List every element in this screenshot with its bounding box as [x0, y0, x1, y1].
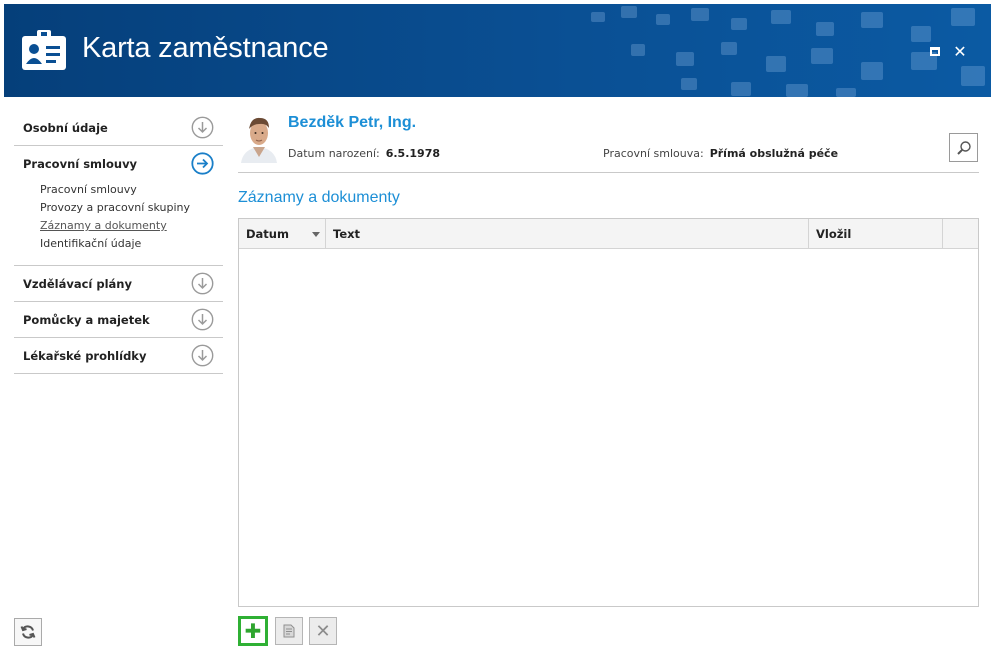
sidebar-item-pomucky-a-majetek[interactable]: Pomůcky a majetek [14, 302, 223, 337]
sidebar-item-label: Osobní údaje [23, 120, 108, 135]
contract-label: Pracovní smlouva: [603, 147, 704, 160]
sidebar-subitem-provozy[interactable]: Provozy a pracovní skupiny [40, 199, 223, 217]
sidebar-item-lekarske-prohlidky[interactable]: Lékařské prohlídky [14, 338, 223, 373]
sidebar-section-pomucky-a-majetek: Pomůcky a majetek [14, 302, 223, 338]
column-header-extra[interactable] [943, 219, 978, 248]
sort-desc-icon [312, 232, 320, 237]
column-label: Text [333, 226, 361, 241]
sidebar-item-label: Pracovní smlouvy [23, 156, 138, 171]
search-button[interactable] [949, 133, 978, 162]
sidebar-subitem-identifikacni-udaje[interactable]: Identifikační údaje [40, 235, 223, 253]
birth-date-label: Datum narození: [288, 147, 380, 160]
column-label: Vložil [816, 226, 852, 241]
refresh-button[interactable] [14, 618, 42, 646]
grid-header: Datum Text Vložil [239, 219, 978, 249]
search-icon [956, 140, 971, 155]
column-header-text[interactable]: Text [326, 219, 809, 248]
header-pattern [591, 6, 985, 97]
arrow-down-circle-icon [191, 308, 214, 331]
arrow-down-circle-icon [191, 344, 214, 367]
sidebar-item-vzdelavaci-plany[interactable]: Vzdělávací plány [14, 266, 223, 301]
arrow-down-circle-icon [191, 272, 214, 295]
sidebar-subitem-pracovni-smlouvy[interactable]: Pracovní smlouvy [40, 181, 223, 199]
employee-card-window: Karta zaměstnance ✕ Osobní údaje Pracovn… [0, 0, 991, 658]
contract-info: Pracovní smlouva: Přímá obslužná péče [603, 147, 838, 160]
edit-record-button[interactable] [275, 617, 303, 645]
sidebar-nav: Osobní údaje Pracovní smlouvy Pracovní s… [14, 110, 223, 374]
sidebar-item-label: Pomůcky a majetek [23, 312, 150, 327]
refresh-icon [20, 625, 36, 639]
id-card-icon [22, 30, 66, 70]
column-label: Datum [246, 226, 289, 241]
birth-date-value: 6.5.1978 [385, 147, 440, 160]
column-header-vlozil[interactable]: Vložil [809, 219, 943, 248]
close-icon[interactable]: ✕ [951, 42, 969, 61]
contract-value: Přímá obslužná péče [709, 147, 839, 160]
employee-name: Bezděk Petr, Ing. [288, 114, 417, 131]
sidebar-item-osobni-udaje[interactable]: Osobní údaje [14, 110, 223, 145]
sidebar-item-pracovni-smlouvy[interactable]: Pracovní smlouvy [14, 146, 223, 181]
column-header-datum[interactable]: Datum [239, 219, 326, 248]
title-bar: Karta zaměstnance ✕ [4, 4, 991, 97]
arrow-down-circle-icon [191, 116, 214, 139]
grid-body[interactable] [239, 249, 978, 606]
records-grid: Datum Text Vložil [238, 218, 979, 607]
birth-date-info: Datum narození: 6.5.1978 [288, 147, 440, 160]
sidebar-item-label: Vzdělávací plány [23, 276, 132, 291]
edit-document-icon [283, 624, 295, 638]
sidebar-section-vzdelavaci-plany: Vzdělávací plány [14, 266, 223, 302]
delete-record-button[interactable]: ✕ [309, 617, 337, 645]
sidebar-item-label: Lékařské prohlídky [23, 348, 147, 363]
plus-icon: ✚ [244, 619, 262, 643]
sidebar-subitems: Pracovní smlouvy Provozy a pracovní skup… [14, 181, 223, 265]
add-record-button[interactable]: ✚ [238, 616, 268, 646]
section-title: Záznamy a dokumenty [238, 189, 400, 206]
arrow-right-circle-icon [191, 152, 214, 175]
sidebar-section-osobni-udaje: Osobní údaje [14, 110, 223, 146]
sidebar-section-pracovni-smlouvy: Pracovní smlouvy Pracovní smlouvy Provoz… [14, 146, 223, 266]
divider [238, 172, 979, 173]
restore-icon[interactable] [926, 42, 944, 60]
sidebar-subitem-zaznamy[interactable]: Záznamy a dokumenty [40, 217, 223, 235]
sidebar-section-lekarske-prohlidky: Lékařské prohlídky [14, 338, 223, 374]
delete-icon: ✕ [315, 620, 331, 642]
window-title: Karta zaměstnance [82, 32, 329, 64]
avatar [239, 113, 279, 163]
